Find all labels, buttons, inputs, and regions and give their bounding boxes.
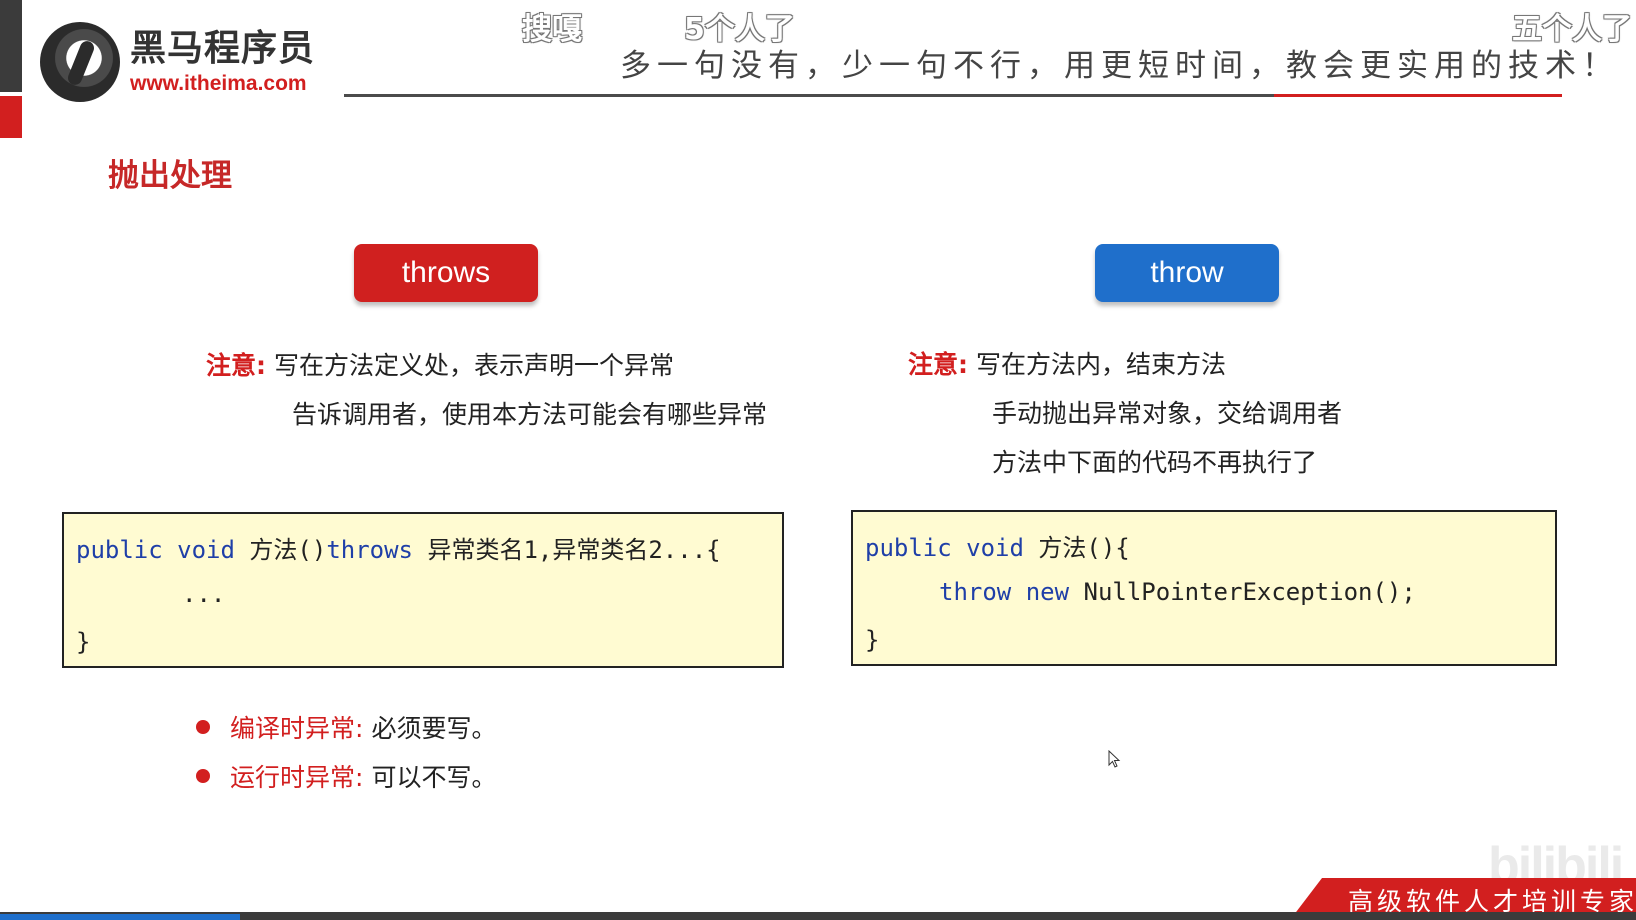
logo: 黑马程序员 www.itheima.com: [40, 22, 330, 102]
throws-code-block: public void 方法()throws 异常类名1,异常类名2...{ .…: [62, 512, 784, 668]
danmaku-comment: 搜嘎: [522, 12, 582, 47]
bullet-label: 编译时异常:: [230, 714, 364, 743]
code-line: }: [76, 628, 91, 656]
note-line: 手动抛出异常对象，交给调用者: [992, 399, 1343, 428]
code-line: }: [865, 626, 880, 654]
bullet-label: 运行时异常:: [230, 763, 364, 792]
header-rule-accent: [1274, 94, 1562, 97]
logo-url: www.itheima.com: [130, 71, 307, 95]
bullet-text: 必须要写。: [371, 714, 497, 743]
note-label: 注意:: [206, 351, 266, 380]
note-label: 注意:: [908, 350, 968, 379]
bullet-dot-icon: [196, 720, 210, 734]
throw-label-pill: throw: [1095, 244, 1279, 302]
throw-code-block: public void 方法(){ throw new NullPointerE…: [851, 510, 1557, 666]
note-line: 告诉调用者，使用本方法可能会有哪些异常: [292, 400, 768, 429]
logo-name: 黑马程序员: [130, 27, 316, 69]
code-line: throw new NullPointerException();: [939, 578, 1416, 606]
throws-label-pill: throws: [354, 244, 538, 302]
mouse-cursor-icon: [1108, 750, 1121, 768]
code-line: public void 方法()throws 异常类名1,异常类名2...{: [76, 536, 721, 564]
note-line: 写在方法内，结束方法: [975, 350, 1226, 379]
throws-note: 注意: 写在方法定义处，表示声明一个异常: [206, 346, 674, 382]
note-line: 方法中下面的代码不再执行了: [992, 448, 1318, 477]
video-progress-track[interactable]: [0, 912, 1636, 920]
bullet-item: 运行时异常: 可以不写。: [196, 758, 496, 794]
bullet-text: 可以不写。: [371, 763, 497, 792]
video-progress-fill: [0, 914, 240, 920]
slogan: 多一句没有，少一句不行，用更短时间，教会更实用的技术！: [620, 48, 1619, 84]
bullet-dot-icon: [196, 769, 210, 783]
throw-note: 注意: 写在方法内，结束方法: [908, 345, 1226, 381]
left-edge-red-bar: [0, 96, 22, 138]
note-line: 写在方法定义处，表示声明一个异常: [273, 351, 674, 380]
header-rule: [344, 94, 1274, 97]
section-title: 抛出处理: [108, 158, 232, 194]
left-edge-dark-bar: [0, 0, 22, 92]
code-line: ...: [182, 580, 226, 608]
horse-logo-icon: [40, 22, 120, 102]
bullet-item: 编译时异常: 必须要写。: [196, 709, 496, 745]
code-line: public void 方法(){: [865, 534, 1130, 562]
